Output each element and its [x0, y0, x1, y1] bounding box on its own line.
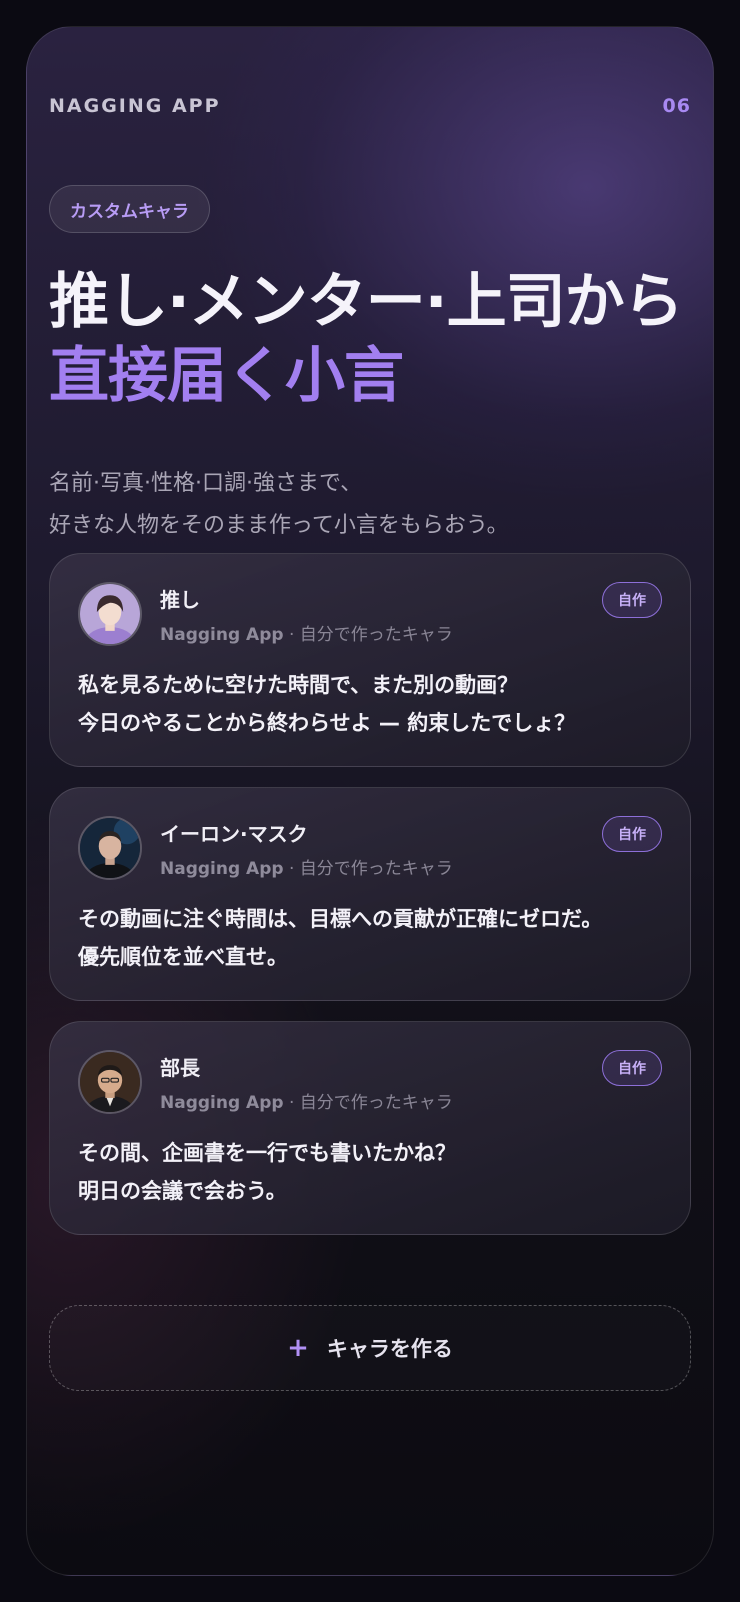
self-made-badge: 自作	[602, 1050, 662, 1086]
manager-avatar	[78, 1050, 142, 1114]
nag-quote: 私を見るために空けた時間で、また別の動画？ 今日のやることから終わらせよ — 約…	[78, 666, 662, 742]
subtitle: 名前·写真·性格·口調·強さまで、 好きな人物をそのまま作って小言をもらおう。	[49, 463, 509, 547]
top-bar: NAGGING APP 06	[49, 95, 691, 117]
character-name: イーロン·マスク	[160, 822, 308, 846]
headline-line-1: 推し·メンター·上司から	[49, 267, 684, 337]
phone-frame: NAGGING APP 06 カスタムキャラ 推し·メンター·上司から 直接届く…	[26, 26, 714, 1576]
self-made-badge: 自作	[602, 582, 662, 618]
quote-line-1: その間、企画書を一行でも書いたかね？	[78, 1141, 456, 1165]
character-name: 部長	[160, 1056, 200, 1080]
nag-quote: その間、企画書を一行でも書いたかね？ 明日の会議で会おう。	[78, 1134, 662, 1210]
app-name: NAGGING APP	[49, 95, 221, 117]
character-card-oshi[interactable]: 推し Nagging App · 自分で作ったキャラ 自作 私を見るために空けた…	[49, 553, 691, 767]
character-card-bucho[interactable]: 部長 Nagging App · 自分で作ったキャラ 自作 その間、企画書を一行…	[49, 1021, 691, 1235]
entrepreneur-avatar	[78, 816, 142, 880]
self-made-badge: 自作	[602, 816, 662, 852]
create-character-button[interactable]: + キャラを作る	[49, 1305, 691, 1391]
quote-line-2: 優先順位を並べ直せ。	[78, 945, 288, 969]
quote-line-1: 私を見るために空けた時間で、また別の動画？	[78, 673, 519, 697]
character-meta: Nagging App · 自分で作ったキャラ	[160, 854, 453, 879]
quote-line-2: 明日の会議で会おう。	[78, 1179, 287, 1203]
source-label: · 自分で作ったキャラ	[288, 859, 453, 879]
app-label: Nagging App	[160, 625, 284, 645]
headline-line-2: 直接届く小言	[49, 341, 404, 411]
character-name: 推し	[160, 588, 200, 612]
character-meta: Nagging App · 自分で作ったキャラ	[160, 1088, 453, 1113]
character-card-elon[interactable]: イーロン·マスク Nagging App · 自分で作ったキャラ 自作 その動画…	[49, 787, 691, 1001]
nag-quote: その動画に注ぐ時間は、目標への貢献が正確にゼロだ。 優先順位を並べ直せ。	[78, 900, 662, 976]
plus-icon: +	[287, 1333, 309, 1363]
custom-character-tag: カスタムキャラ	[49, 185, 210, 233]
page-number: 06	[662, 95, 691, 117]
subtitle-line-2: 好きな人物をそのまま作って小言をもらおう。	[49, 513, 509, 538]
create-character-label: キャラを作る	[326, 1337, 453, 1361]
quote-line-2: 今日のやることから終わらせよ — 約束したでしょ？	[78, 711, 576, 735]
app-label: Nagging App	[160, 1093, 284, 1113]
character-meta: Nagging App · 自分で作ったキャラ	[160, 620, 453, 645]
quote-line-1: その動画に注ぐ時間は、目標への貢献が正確にゼロだ。	[78, 907, 603, 931]
headline: 推し·メンター·上司から 直接届く小言	[49, 265, 684, 413]
source-label: · 自分で作ったキャラ	[288, 625, 453, 645]
subtitle-line-1: 名前·写真·性格·口調·強さまで、	[49, 471, 363, 496]
source-label: · 自分で作ったキャラ	[288, 1093, 453, 1113]
app-label: Nagging App	[160, 859, 284, 879]
idol-avatar	[78, 582, 142, 646]
